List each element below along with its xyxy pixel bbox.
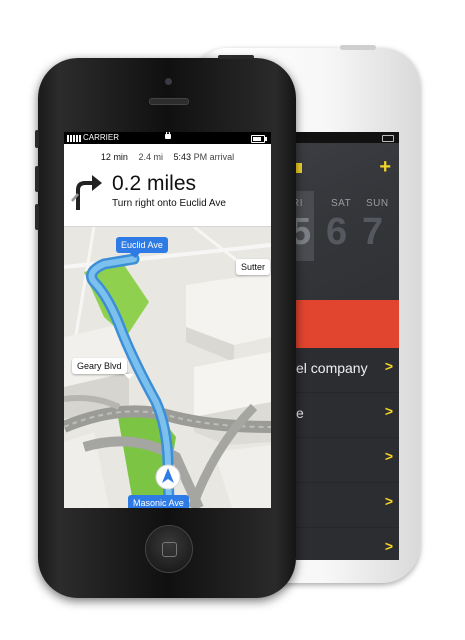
maneuver-instruction: Turn right onto Euclid Ave — [112, 198, 226, 209]
list-item[interactable]: el company > — [296, 348, 399, 393]
turn-right-arrow-icon — [71, 175, 102, 210]
earpiece-speaker — [149, 98, 189, 105]
chevron-right-icon: > — [384, 538, 393, 554]
day-label-fri: RI — [296, 198, 303, 209]
battery-icon — [382, 135, 394, 142]
label-pointer — [124, 374, 134, 379]
trip-summary: 12 min 2.4 mi 5:43 PM arrival — [64, 152, 271, 162]
home-button[interactable] — [145, 525, 193, 573]
trip-duration-unit: min — [113, 152, 128, 162]
street-label-euclid: Euclid Ave — [116, 237, 168, 258]
chevron-right-icon: > — [384, 403, 393, 419]
chevron-right-icon: > — [384, 448, 393, 464]
sleep-button — [218, 55, 254, 59]
back-status-bar — [296, 132, 399, 143]
list-item[interactable]: > — [296, 528, 399, 560]
street-label-geary: Geary Blvd — [72, 358, 134, 379]
home-square-icon — [162, 542, 177, 557]
day-label-sat: SAT — [331, 198, 352, 209]
navigation-panel[interactable]: 12 min 2.4 mi 5:43 PM arrival 0.2 miles … — [64, 144, 271, 227]
list-item[interactable]: > — [296, 483, 399, 528]
front-phone: CARRIER 12 min 2.4 mi 5:43 PM arrival 0.… — [35, 55, 296, 598]
volume-down-button — [35, 204, 39, 230]
street-label-sutter: Sutter — [236, 259, 271, 275]
arrival-label: arrival — [209, 152, 235, 162]
street-label-text: Euclid Ave — [121, 240, 163, 250]
trip-distance-unit: mi — [153, 152, 164, 162]
day-number-sun[interactable]: 7 — [362, 211, 383, 254]
arrival-time: 5:43 — [173, 152, 192, 162]
trip-duration-value: 12 — [100, 152, 111, 162]
front-camera — [165, 78, 172, 85]
power-button — [340, 45, 376, 50]
back-phone-screen: + RI SAT SUN 5 6 7 el company > e > > > — [296, 132, 399, 560]
street-label-masonic: Masonic Ave — [128, 495, 189, 508]
volume-up-button — [35, 166, 39, 192]
label-pointer — [130, 253, 140, 258]
chevron-right-icon: > — [384, 358, 393, 374]
highlight-bar — [296, 300, 399, 348]
carrier-name: CARRIER — [83, 133, 120, 142]
signal-icon — [67, 135, 81, 142]
mute-switch — [35, 130, 39, 148]
chevron-right-icon: > — [384, 493, 393, 509]
lock-icon — [165, 132, 171, 139]
status-bar: CARRIER — [64, 132, 271, 144]
list-item-label: el company — [296, 360, 368, 376]
map-view[interactable]: Euclid Ave Sutter Geary Blvd Masonic Ave — [64, 227, 271, 508]
battery-icon — [251, 135, 267, 143]
street-label-text: Geary Blvd — [77, 361, 122, 371]
navigation-screen: CARRIER 12 min 2.4 mi 5:43 PM arrival 0.… — [64, 132, 271, 508]
list-item[interactable]: > — [296, 438, 399, 483]
trip-distance-value: 2.4 — [138, 152, 151, 162]
day-number-sat[interactable]: 6 — [326, 211, 347, 254]
arrival-meridiem: PM — [193, 152, 208, 162]
yellow-tab — [296, 163, 302, 173]
maneuver-distance: 0.2 miles — [112, 172, 197, 195]
list-item-label: e — [296, 405, 304, 421]
day-number-fri[interactable]: 5 — [296, 211, 311, 254]
day-label-sun: SUN — [366, 198, 389, 209]
list-item[interactable]: e > — [296, 393, 399, 438]
add-icon[interactable]: + — [379, 157, 391, 177]
